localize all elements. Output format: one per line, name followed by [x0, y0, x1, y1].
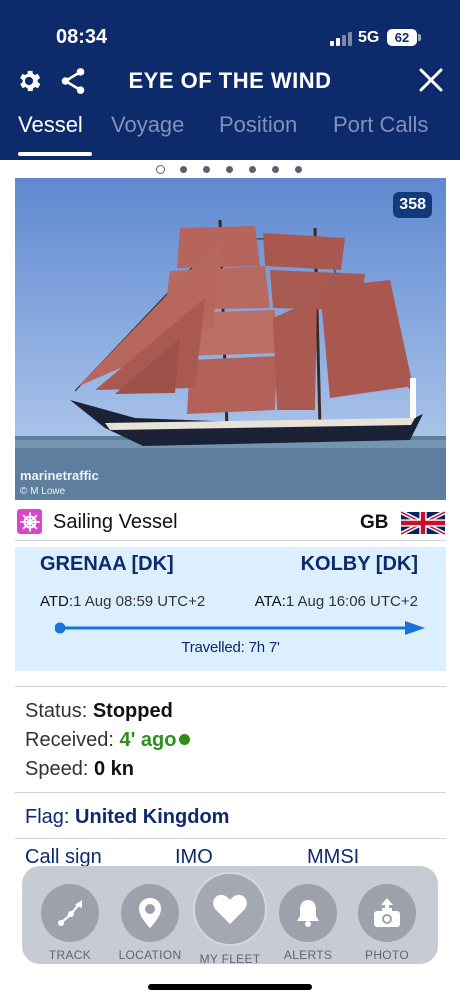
home-indicator[interactable]	[148, 984, 312, 990]
active-tab-indicator	[18, 152, 92, 156]
vessel-type: Sailing Vessel	[53, 511, 178, 533]
flag-value: United Kingdom	[75, 806, 230, 828]
camera-upload-icon	[358, 884, 416, 942]
carousel-dot[interactable]	[295, 166, 302, 173]
location-button[interactable]: LOCATION	[110, 884, 190, 962]
country-code: GB	[360, 512, 389, 533]
voyage-progress-bar	[54, 621, 425, 635]
speed-label: Speed:	[25, 758, 89, 780]
carousel-dot[interactable]	[203, 166, 210, 173]
my-fleet-button[interactable]: MY FLEET	[190, 872, 270, 966]
atd-label: ATD:	[40, 593, 74, 610]
close-icon[interactable]	[415, 64, 447, 96]
bell-icon	[279, 884, 337, 942]
carousel-dot[interactable]	[272, 166, 279, 173]
track-label: TRACK	[48, 948, 92, 962]
carousel-dot[interactable]	[249, 166, 256, 173]
speed-value: 0 kn	[93, 758, 134, 780]
share-icon[interactable]	[58, 66, 88, 96]
track-icon	[41, 884, 99, 942]
status-line: Status: Stopped	[25, 700, 173, 723]
received-value: 4' ago	[119, 729, 177, 751]
section-divider	[15, 686, 446, 687]
carousel-page-indicator[interactable]	[150, 164, 310, 176]
ata-time: ATA:1 Aug 16:06 UTC+2	[255, 593, 418, 610]
carousel-dot[interactable]	[226, 166, 233, 173]
speed-line: Speed: 0 kn	[25, 758, 134, 781]
location-pin-icon	[121, 884, 179, 942]
carousel-dot[interactable]	[156, 165, 165, 174]
online-status-icon	[178, 734, 190, 745]
photo-count-badge: 358	[393, 192, 432, 218]
received-line: Received: 4' ago	[25, 729, 190, 752]
atd-value: 1 Aug 08:59 UTC+2	[73, 593, 206, 610]
flag-label: Flag:	[25, 806, 70, 828]
photo-button[interactable]: PHOTO	[347, 884, 427, 962]
section-divider	[15, 838, 446, 839]
location-label: LOCATION	[118, 948, 182, 962]
ata-label: ATA:	[254, 593, 286, 610]
photo-label: PHOTO	[365, 948, 409, 962]
alerts-button[interactable]: ALERTS	[268, 884, 348, 962]
track-button[interactable]: TRACK	[30, 884, 110, 962]
my-fleet-label: MY FLEET	[199, 952, 261, 966]
bottom-action-bar: TRACK LOCATION MY FLEET ALERTS PHOTO	[22, 866, 438, 966]
page-title: EYE OF THE WIND	[128, 68, 332, 93]
alerts-label: ALERTS	[283, 948, 333, 962]
status-time: 08:34	[56, 26, 108, 48]
ship-wheel-icon	[17, 509, 42, 534]
photo-credit: © M Lowe	[20, 486, 66, 497]
section-divider	[15, 792, 446, 793]
voyage-summary-card[interactable]: GRENAA [DK] KOLBY [DK] ATD:1 Aug 08:59 U…	[15, 547, 446, 671]
status-value: Stopped	[92, 700, 173, 722]
heart-icon	[193, 872, 267, 946]
settings-gear-icon[interactable]	[14, 66, 44, 96]
app-header: 08:34 5G 62 EYE OF THE WIND Vessel Voyag…	[0, 0, 460, 160]
vessel-type-row: Sailing Vessel GB	[15, 505, 446, 541]
photo-watermark: marinetraffic	[20, 468, 99, 483]
received-label: Received:	[25, 729, 114, 751]
departure-port[interactable]: GRENAA [DK]	[40, 553, 174, 576]
tab-port-calls[interactable]: Port Calls	[333, 112, 428, 138]
tab-vessel[interactable]: Vessel	[18, 112, 83, 138]
battery-tip	[418, 34, 421, 41]
status-bar: 08:34 5G 62	[0, 0, 460, 52]
arrival-port[interactable]: KOLBY [DK]	[301, 553, 418, 576]
ata-value: 1 Aug 16:06 UTC+2	[285, 593, 418, 610]
travelled-duration: Travelled: 7h 7'	[181, 639, 280, 656]
tab-voyage[interactable]: Voyage	[111, 112, 184, 138]
network-type: 5G	[358, 29, 380, 46]
atd-time: ATD:1 Aug 08:59 UTC+2	[40, 593, 205, 610]
tab-bar: Vessel Voyage Position Port Calls	[0, 108, 460, 160]
carousel-dot[interactable]	[180, 166, 187, 173]
vessel-photo[interactable]: 358 marinetraffic © M Lowe	[15, 178, 446, 500]
cellular-signal-icon	[330, 32, 352, 46]
battery-icon: 62	[387, 29, 417, 46]
status-label: Status:	[25, 700, 88, 722]
tab-position[interactable]: Position	[219, 112, 297, 138]
flag-line: Flag: United Kingdom	[25, 806, 229, 829]
uk-flag-icon	[400, 510, 446, 536]
